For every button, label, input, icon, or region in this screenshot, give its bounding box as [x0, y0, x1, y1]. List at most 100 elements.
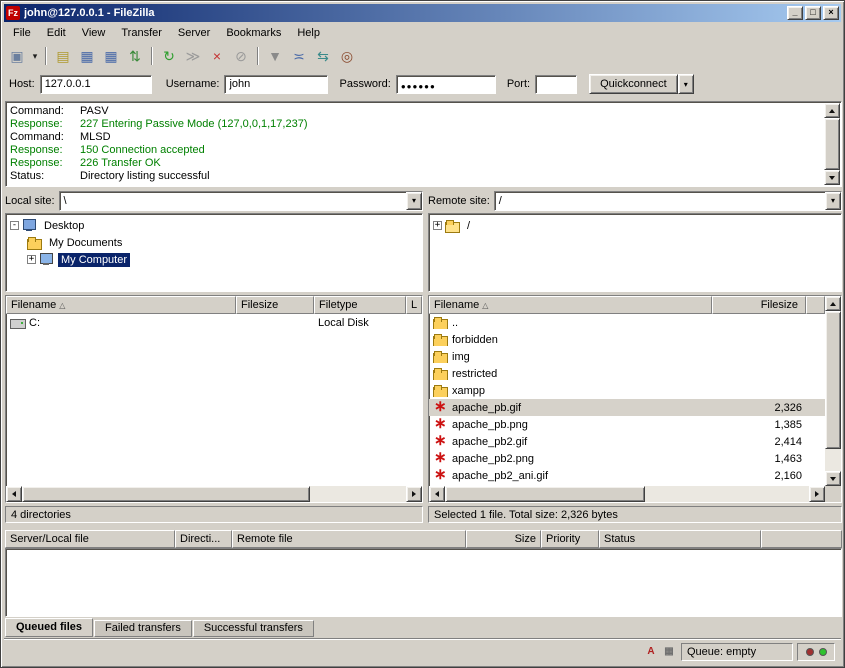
tree-item[interactable]: My Documents — [8, 234, 420, 251]
site-manager-dropdown[interactable]: ▾ — [29, 45, 41, 67]
column-header[interactable]: Filesize — [236, 296, 314, 314]
menu-item[interactable]: Transfer — [113, 25, 170, 41]
disconnect-button[interactable]: ⊘ — [229, 45, 253, 67]
queue-column-header[interactable]: Status — [599, 530, 761, 548]
menu-item[interactable]: File — [5, 25, 39, 41]
close-button[interactable]: × — [823, 6, 839, 20]
local-horizontal-scrollbar[interactable] — [6, 486, 422, 502]
remote-site-combo[interactable]: / ▾ — [494, 191, 842, 211]
scrollbar-track[interactable] — [824, 118, 840, 170]
site-manager-button[interactable]: ▣ — [5, 45, 29, 67]
menu-item[interactable]: Server — [170, 25, 218, 41]
queue-column-header[interactable]: Directi... — [175, 530, 232, 548]
host-input[interactable] — [40, 75, 152, 94]
remote-vertical-scrollbar[interactable] — [825, 296, 841, 486]
scrollbar-track[interactable] — [825, 311, 841, 471]
scroll-right-button[interactable] — [406, 486, 422, 502]
file-name-cell: C: — [6, 316, 236, 329]
tree-item[interactable]: + / — [431, 217, 839, 234]
tree-expander-icon[interactable]: - — [10, 221, 19, 230]
column-header[interactable]: Filetype — [314, 296, 406, 314]
password-input[interactable] — [396, 75, 496, 94]
remote-site-value[interactable]: / — [495, 192, 825, 210]
toggle-remote-tree-button[interactable]: ▦ — [99, 45, 123, 67]
minimize-button[interactable]: _ — [787, 6, 803, 20]
synchronized-browsing-button[interactable]: ⇆ — [311, 45, 335, 67]
cancel-button[interactable]: × — [205, 45, 229, 67]
tree-item-label[interactable]: My Documents — [46, 236, 125, 250]
scroll-left-button[interactable] — [6, 486, 22, 502]
find-files-button[interactable]: ◎ — [335, 45, 359, 67]
scrollbar-track[interactable] — [22, 486, 406, 502]
filter-button[interactable]: ▼ — [263, 45, 287, 67]
file-row[interactable]: C: Local Disk — [6, 314, 422, 331]
toggle-queue-processing-button[interactable]: ≫ — [181, 45, 205, 67]
menu-item[interactable]: Help — [289, 25, 328, 41]
tree-item-label[interactable]: / — [464, 219, 473, 233]
tree-expander-icon[interactable]: + — [27, 255, 36, 264]
titlebar[interactable]: Fz john@127.0.0.1 - FileZilla _ □ × — [4, 4, 841, 22]
column-header[interactable]: Filesize — [712, 296, 806, 314]
menu-item[interactable]: View — [74, 25, 114, 41]
menu-item[interactable]: Edit — [39, 25, 74, 41]
scroll-down-button[interactable] — [824, 170, 840, 185]
scrollbar-thumb[interactable] — [445, 486, 645, 502]
tree-item-label[interactable]: Desktop — [41, 219, 87, 233]
remote-horizontal-scrollbar[interactable] — [429, 486, 825, 502]
scrollbar-thumb[interactable] — [824, 118, 840, 170]
scrollbar-track[interactable] — [445, 486, 809, 502]
tree-item-label[interactable]: My Computer — [58, 253, 130, 267]
file-row[interactable]: .. — [429, 314, 825, 331]
queue-column-header[interactable]: Remote file — [232, 530, 466, 548]
file-row[interactable]: xampp — [429, 382, 825, 399]
quickconnect-button[interactable]: Quickconnect — [589, 74, 678, 94]
local-site-dropdown-button[interactable]: ▾ — [406, 192, 422, 210]
file-row[interactable]: img — [429, 348, 825, 365]
toggle-message-log-button[interactable]: ▤ — [51, 45, 75, 67]
username-input[interactable] — [224, 75, 328, 94]
tree-item[interactable]: + My Computer — [8, 251, 420, 268]
remote-site-dropdown-button[interactable]: ▾ — [825, 192, 841, 210]
toggle-local-tree-button[interactable]: ▦ — [75, 45, 99, 67]
file-type-icon — [433, 418, 449, 431]
column-header[interactable]: L — [406, 296, 422, 314]
quickconnect-dropdown-button[interactable]: ▾ — [678, 74, 694, 94]
queue-tab[interactable]: Successful transfers — [193, 620, 314, 637]
queue-tab[interactable]: Queued files — [5, 618, 93, 637]
refresh-button[interactable]: ↻ — [157, 45, 181, 67]
column-header[interactable]: Filename △ — [6, 296, 236, 314]
queue-tab[interactable]: Failed transfers — [94, 620, 192, 637]
file-row[interactable]: forbidden — [429, 331, 825, 348]
queue-column-header[interactable]: Server/Local file — [5, 530, 175, 548]
encryption-status-icon[interactable]: ▦ — [661, 645, 677, 659]
scrollbar-thumb[interactable] — [825, 311, 841, 449]
maximize-button[interactable]: □ — [805, 6, 821, 20]
menu-item[interactable]: Bookmarks — [218, 25, 289, 41]
file-row[interactable]: restricted — [429, 365, 825, 382]
toggle-transfer-queue-button[interactable]: ⇅ — [123, 45, 147, 67]
scroll-down-button[interactable] — [825, 471, 841, 486]
log-vertical-scrollbar[interactable] — [824, 103, 840, 185]
file-row[interactable]: apache_pb.png 1,385 — [429, 416, 825, 433]
scrollbar-thumb[interactable] — [22, 486, 310, 502]
tree-expander-icon[interactable]: + — [433, 221, 442, 230]
port-input[interactable] — [535, 75, 577, 94]
file-row[interactable]: apache_pb2.png 1,463 — [429, 450, 825, 467]
column-header[interactable]: Filename △ — [429, 296, 712, 314]
scroll-up-button[interactable] — [824, 103, 840, 118]
scroll-up-button[interactable] — [825, 296, 841, 311]
queue-column-header[interactable]: Priority — [541, 530, 599, 548]
queue-column-header[interactable]: Size — [466, 530, 541, 548]
transfer-queue-list[interactable] — [5, 548, 842, 617]
scroll-left-button[interactable] — [429, 486, 445, 502]
file-row[interactable]: apache_pb.gif 2,326 — [429, 399, 825, 416]
tree-item[interactable]: - Desktop — [8, 217, 420, 234]
local-site-combo[interactable]: \ ▾ — [59, 191, 423, 211]
directory-comparison-button[interactable]: ≍ — [287, 45, 311, 67]
transfer-type-icon[interactable]: A — [643, 645, 659, 659]
local-site-value[interactable]: \ — [60, 192, 406, 210]
file-row[interactable]: apache_pb2.gif 2,414 — [429, 433, 825, 450]
scroll-right-button[interactable] — [809, 486, 825, 502]
local-file-list: Filename △ Filesize Filetype — [5, 295, 423, 503]
file-row[interactable]: apache_pb2_ani.gif 2,160 — [429, 467, 825, 484]
